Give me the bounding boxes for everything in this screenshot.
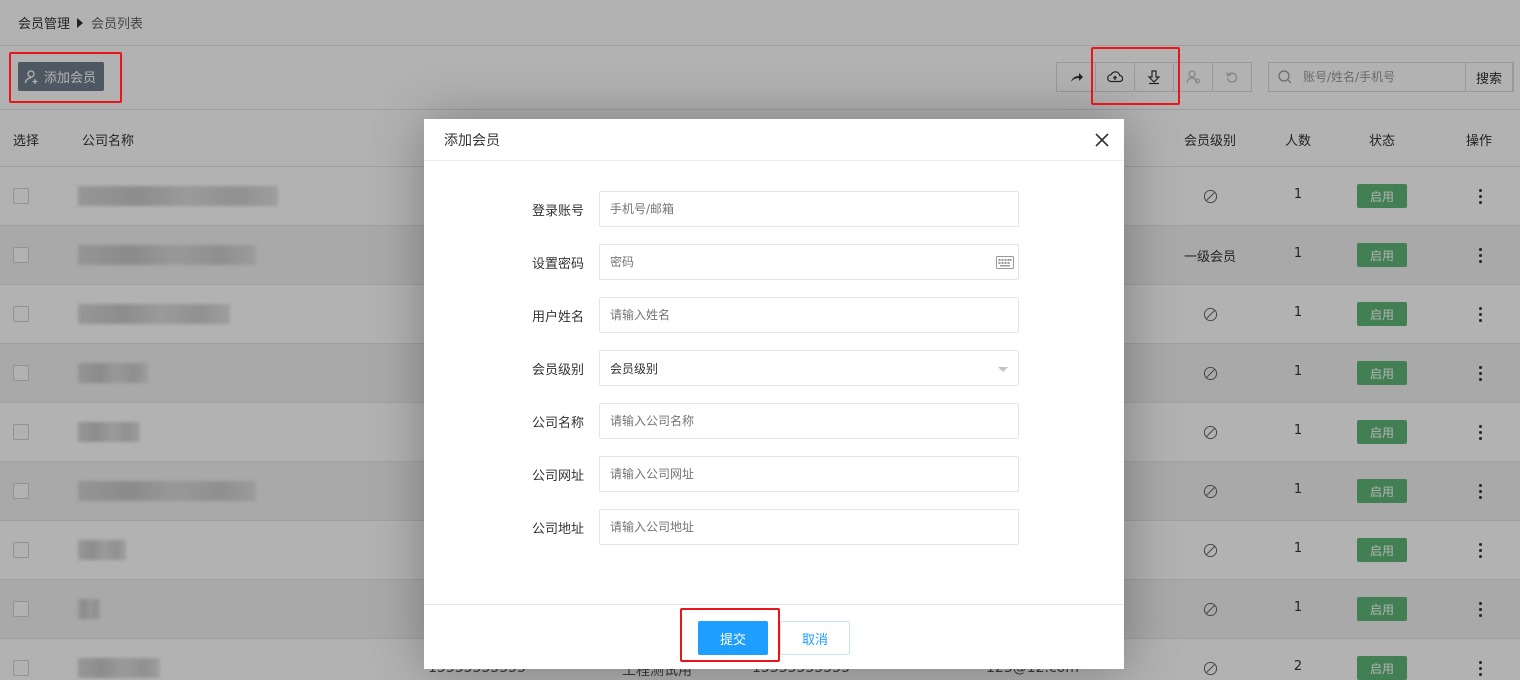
add-member-dialog: 添加会员 登录账号 设置密码 用户姓名 会员级别 会员级别 公司名称 bbox=[424, 119, 1124, 669]
form-row-company: 公司名称 bbox=[424, 403, 1124, 439]
password-label: 设置密码 bbox=[531, 257, 584, 272]
dialog-footer: 提交 取消 bbox=[424, 604, 1124, 669]
dialog-title: 添加会员 bbox=[444, 132, 500, 149]
level-label: 会员级别 bbox=[531, 363, 584, 378]
website-input[interactable] bbox=[610, 467, 1018, 481]
address-label: 公司地址 bbox=[531, 522, 584, 537]
name-label: 用户姓名 bbox=[531, 310, 584, 325]
form-row-account: 登录账号 bbox=[424, 191, 1124, 227]
keyboard-icon[interactable] bbox=[996, 256, 1014, 269]
level-select[interactable]: 会员级别 bbox=[599, 350, 1019, 386]
password-input[interactable] bbox=[610, 255, 1018, 269]
level-select-value: 会员级别 bbox=[610, 361, 659, 376]
dialog-form: 登录账号 设置密码 用户姓名 会员级别 会员级别 公司名称 公司网址 bbox=[424, 162, 1124, 604]
form-row-level: 会员级别 会员级别 bbox=[424, 350, 1124, 386]
account-input[interactable] bbox=[610, 202, 1018, 216]
dialog-header: 添加会员 bbox=[424, 119, 1124, 161]
close-icon[interactable] bbox=[1094, 132, 1110, 148]
account-label: 登录账号 bbox=[531, 204, 584, 219]
website-label: 公司网址 bbox=[531, 469, 584, 484]
cancel-button[interactable]: 取消 bbox=[780, 621, 850, 655]
form-row-address: 公司地址 bbox=[424, 509, 1124, 545]
form-row-name: 用户姓名 bbox=[424, 297, 1124, 333]
company-label: 公司名称 bbox=[531, 416, 584, 431]
submit-button[interactable]: 提交 bbox=[698, 621, 768, 655]
name-input[interactable] bbox=[610, 308, 1018, 322]
company-input[interactable] bbox=[610, 414, 1018, 428]
address-input[interactable] bbox=[610, 520, 1018, 534]
form-row-website: 公司网址 bbox=[424, 456, 1124, 492]
form-row-password: 设置密码 bbox=[424, 244, 1124, 280]
chevron-down-icon bbox=[998, 367, 1008, 372]
